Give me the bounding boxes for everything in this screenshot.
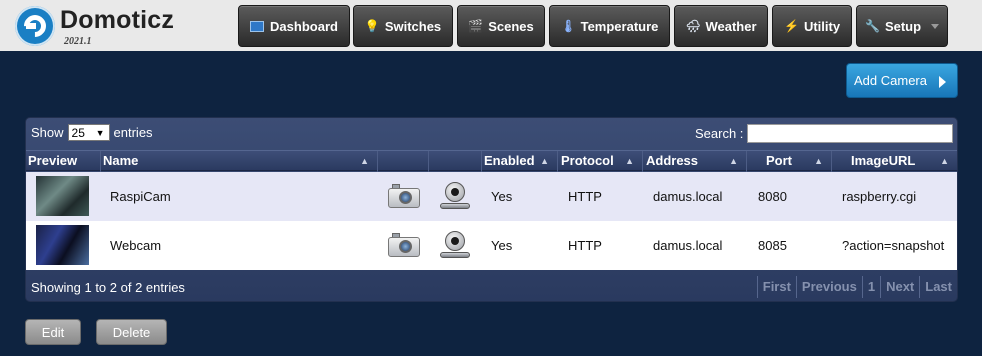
search-control: Search : xyxy=(695,124,954,143)
column-camera-icon xyxy=(378,151,429,172)
sort-icon: ▲ xyxy=(625,156,634,166)
pager-next[interactable]: Next xyxy=(880,276,919,298)
page-size-select[interactable]: 25 ▼ xyxy=(67,124,110,141)
column-protocol[interactable]: Protocol ▲ xyxy=(558,151,643,172)
column-port-label: Port xyxy=(766,153,792,168)
camera-name: Webcam xyxy=(110,238,162,253)
column-imageurl-label: ImageURL xyxy=(851,153,916,168)
column-webcam-icon xyxy=(429,151,482,172)
page-size-value: 25 xyxy=(71,125,85,140)
app-title: Domoticz xyxy=(60,6,175,34)
column-preview-label: Preview xyxy=(28,153,78,168)
column-name-label: Name xyxy=(103,153,139,168)
column-address-label: Address xyxy=(646,153,699,168)
camera-port: 8085 xyxy=(758,238,787,253)
delete-button[interactable]: Delete xyxy=(96,319,167,345)
camera-imageurl: ?action=snapshot xyxy=(842,238,945,253)
webcam-icon[interactable] xyxy=(439,231,471,259)
nav-setup[interactable]: 🔧 Setup xyxy=(856,5,948,47)
nav-dashboard[interactable]: Dashboard xyxy=(238,5,350,47)
entries-label: entries xyxy=(113,125,153,140)
nav-utility[interactable]: ⚡ Utility xyxy=(772,5,852,47)
domoticz-logo-icon xyxy=(15,6,55,46)
edit-button[interactable]: Edit xyxy=(25,319,81,345)
nav-setup-label: Setup xyxy=(884,18,922,34)
camera-name: RaspiCam xyxy=(110,189,171,204)
search-input[interactable] xyxy=(747,124,954,143)
app-version: 2021.1 xyxy=(64,36,92,47)
nav-weather-label: Weather xyxy=(705,18,757,34)
edit-label: Edit xyxy=(41,324,65,340)
tools-icon: 🔧 xyxy=(864,19,880,33)
camera-port: 8080 xyxy=(758,189,787,204)
pagination: First Previous 1 Next Last xyxy=(756,276,957,298)
clapperboard-icon: 🎬 xyxy=(468,19,484,33)
pager-first[interactable]: First xyxy=(756,276,796,298)
camera-preview-thumbnail xyxy=(36,176,89,216)
pager-page-1[interactable]: 1 xyxy=(861,276,880,298)
column-address[interactable]: Address ▲ xyxy=(643,151,747,172)
camera-enabled: Yes xyxy=(491,189,513,204)
table-info: Showing 1 to 2 of 2 entries xyxy=(31,280,185,295)
camera-address: damus.local xyxy=(653,189,723,204)
pager-last[interactable]: Last xyxy=(919,276,957,298)
webcam-icon[interactable] xyxy=(439,182,471,210)
camera-table-panel: Show 25 ▼ entries Search : Preview Name ▲… xyxy=(25,117,958,302)
nav-scenes[interactable]: 🎬 Scenes xyxy=(457,5,545,47)
utility-icon: ⚡ xyxy=(783,19,799,33)
delete-label: Delete xyxy=(112,324,151,340)
camera-protocol: HTTP xyxy=(568,189,602,204)
nav-dashboard-label: Dashboard xyxy=(270,18,338,34)
table-footer: Showing 1 to 2 of 2 entries First Previo… xyxy=(26,271,957,301)
column-name[interactable]: Name ▲ xyxy=(101,151,378,172)
table-row[interactable]: RaspiCam Yes HTTP damus.local 8080 raspb… xyxy=(26,172,957,221)
camera-protocol: HTTP xyxy=(568,238,602,253)
cloud-rain-icon: 🌧 xyxy=(685,19,701,33)
thermometer-icon: 🌡 xyxy=(560,19,576,33)
column-preview[interactable]: Preview xyxy=(26,151,101,172)
camera-preview-thumbnail xyxy=(36,225,89,265)
add-camera-button[interactable]: Add Camera xyxy=(846,63,958,98)
sort-icon: ▲ xyxy=(729,156,738,166)
camera-icon[interactable] xyxy=(388,233,420,257)
table-row[interactable]: Webcam Yes HTTP damus.local 8085 ?action… xyxy=(26,221,957,270)
nav-temperature[interactable]: 🌡 Temperature xyxy=(549,5,670,47)
nav-switches[interactable]: 💡 Switches xyxy=(353,5,453,47)
sort-icon: ▲ xyxy=(940,156,949,166)
camera-icon[interactable] xyxy=(388,184,420,208)
chevron-down-icon xyxy=(931,23,940,29)
nav-switches-label: Switches xyxy=(384,18,442,34)
add-camera-label: Add Camera xyxy=(854,73,927,88)
dashboard-icon xyxy=(250,20,265,32)
sort-icon: ▲ xyxy=(540,156,549,166)
camera-enabled: Yes xyxy=(491,238,513,253)
page-size-control: Show 25 ▼ entries xyxy=(31,124,153,141)
pager-previous[interactable]: Previous xyxy=(795,276,862,298)
table-header: Preview Name ▲ Enabled ▲ Protocol ▲ Address… xyxy=(26,150,957,172)
column-enabled[interactable]: Enabled ▲ xyxy=(482,151,558,172)
column-protocol-label: Protocol xyxy=(561,153,614,168)
nav-weather[interactable]: 🌧 Weather xyxy=(674,5,768,47)
nav-temperature-label: Temperature xyxy=(580,18,659,34)
column-port[interactable]: Port ▲ xyxy=(747,151,832,172)
column-imageurl[interactable]: ImageURL ▲ xyxy=(832,151,957,172)
camera-imageurl: raspberry.cgi xyxy=(842,189,917,204)
sort-asc-icon: ▲ xyxy=(360,156,369,166)
show-label: Show xyxy=(31,125,64,140)
camera-address: damus.local xyxy=(653,238,723,253)
chevron-down-icon: ▼ xyxy=(95,127,105,138)
sort-icon: ▲ xyxy=(814,156,823,166)
nav-scenes-label: Scenes xyxy=(488,18,534,34)
column-enabled-label: Enabled xyxy=(484,153,535,168)
lightbulb-icon: 💡 xyxy=(364,19,380,33)
top-bar: Domoticz 2021.1 Dashboard 💡 Switches 🎬 S… xyxy=(0,0,982,51)
search-label: Search : xyxy=(695,126,744,141)
nav-utility-label: Utility xyxy=(803,18,841,34)
play-arrow-icon xyxy=(939,76,946,88)
